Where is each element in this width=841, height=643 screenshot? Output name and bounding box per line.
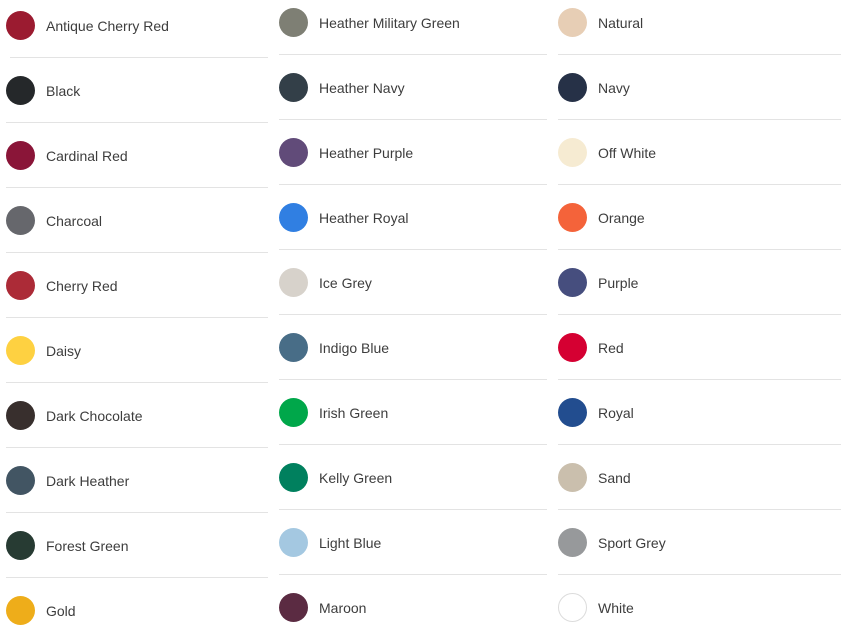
color-name-label: Heather Purple <box>319 144 414 161</box>
color-option-daisy[interactable]: Daisy <box>6 318 268 383</box>
color-swatch-ice-grey[interactable] <box>279 268 308 297</box>
color-option-heather-military-green[interactable]: Heather Military Green <box>279 0 547 55</box>
color-swatch-heather-purple[interactable] <box>279 138 308 167</box>
color-swatch-royal[interactable] <box>558 398 587 427</box>
color-option-light-blue[interactable]: Light Blue <box>279 510 547 575</box>
color-name-label: Sand <box>598 469 631 486</box>
color-option-natural[interactable]: Natural <box>558 0 841 55</box>
color-option-maroon[interactable]: Maroon <box>279 575 547 640</box>
color-option-cherry-red[interactable]: Cherry Red <box>6 253 268 318</box>
color-swatch-gold[interactable] <box>6 596 35 625</box>
color-swatch-forest-green[interactable] <box>6 531 35 560</box>
color-swatch-antique-cherry-red[interactable] <box>6 11 35 40</box>
color-option-purple[interactable]: Purple <box>558 250 841 315</box>
color-name-label: Forest Green <box>46 537 129 554</box>
color-name-label: Heather Navy <box>319 79 405 96</box>
color-name-label: Natural <box>598 14 644 31</box>
color-swatch-sport-grey[interactable] <box>558 528 587 557</box>
color-option-dark-chocolate[interactable]: Dark Chocolate <box>6 383 268 448</box>
color-swatch-navy[interactable] <box>558 73 587 102</box>
color-name-label: Light Blue <box>319 534 382 551</box>
color-option-heather-purple[interactable]: Heather Purple <box>279 120 547 185</box>
color-option-cardinal-red[interactable]: Cardinal Red <box>6 123 268 188</box>
color-option-charcoal[interactable]: Charcoal <box>6 188 268 253</box>
color-swatch-heather-royal[interactable] <box>279 203 308 232</box>
color-swatch-sand[interactable] <box>558 463 587 492</box>
color-swatch-daisy[interactable] <box>6 336 35 365</box>
color-name-label: Navy <box>598 79 630 96</box>
color-name-label: Orange <box>598 209 645 226</box>
color-option-gold[interactable]: Gold <box>6 578 268 643</box>
color-option-forest-green[interactable]: Forest Green <box>6 513 268 578</box>
color-name-label: Dark Heather <box>46 472 130 489</box>
color-swatch-heather-military-green[interactable] <box>279 8 308 37</box>
color-option-irish-green[interactable]: Irish Green <box>279 380 547 445</box>
color-option-navy[interactable]: Navy <box>558 55 841 120</box>
color-name-label: Heather Military Green <box>319 14 460 31</box>
color-option-antique-cherry-red[interactable]: Antique Cherry Red <box>6 0 268 58</box>
color-option-black[interactable]: Black <box>6 58 268 123</box>
color-name-label: White <box>598 599 634 616</box>
color-swatch-purple[interactable] <box>558 268 587 297</box>
color-swatch-kelly-green[interactable] <box>279 463 308 492</box>
color-name-label: Indigo Blue <box>319 339 390 356</box>
color-swatch-orange[interactable] <box>558 203 587 232</box>
color-name-label: Ice Grey <box>319 274 372 291</box>
color-swatch-natural[interactable] <box>558 8 587 37</box>
color-name-label: Kelly Green <box>319 469 393 486</box>
color-option-off-white[interactable]: Off White <box>558 120 841 185</box>
color-swatch-red[interactable] <box>558 333 587 362</box>
color-name-label: Red <box>598 339 624 356</box>
color-option-ice-grey[interactable]: Ice Grey <box>279 250 547 315</box>
color-swatch-heather-navy[interactable] <box>279 73 308 102</box>
color-option-kelly-green[interactable]: Kelly Green <box>279 445 547 510</box>
color-swatch-charcoal[interactable] <box>6 206 35 235</box>
color-option-indigo-blue[interactable]: Indigo Blue <box>279 315 547 380</box>
color-swatch-maroon[interactable] <box>279 593 308 622</box>
color-name-label: Daisy <box>46 342 82 359</box>
color-name-label: Charcoal <box>46 212 103 229</box>
color-option-orange[interactable]: Orange <box>558 185 841 250</box>
color-name-label: Cardinal Red <box>46 147 128 164</box>
color-option-sport-grey[interactable]: Sport Grey <box>558 510 841 575</box>
color-swatch-dark-chocolate[interactable] <box>6 401 35 430</box>
color-name-label: Dark Chocolate <box>46 407 143 424</box>
color-swatch-grid: Antique Cherry Red Black Cardinal Red Charc… <box>0 0 841 635</box>
color-swatch-black[interactable] <box>6 76 35 105</box>
color-name-label: Maroon <box>319 599 367 616</box>
color-option-sand[interactable]: Sand <box>558 445 841 510</box>
color-name-label: Gold <box>46 602 76 619</box>
color-option-white[interactable]: White <box>558 575 841 640</box>
color-name-label: Sport Grey <box>598 534 666 551</box>
color-swatch-dark-heather[interactable] <box>6 466 35 495</box>
color-name-label: Heather Royal <box>319 209 409 226</box>
color-swatch-cardinal-red[interactable] <box>6 141 35 170</box>
color-swatch-cherry-red[interactable] <box>6 271 35 300</box>
color-option-dark-heather[interactable]: Dark Heather <box>6 448 268 513</box>
color-option-royal[interactable]: Royal <box>558 380 841 445</box>
color-name-label: Off White <box>598 144 657 161</box>
color-option-heather-royal[interactable]: Heather Royal <box>279 185 547 250</box>
color-name-label: Cherry Red <box>46 277 118 294</box>
color-name-label: Royal <box>598 404 634 421</box>
color-swatch-irish-green[interactable] <box>279 398 308 427</box>
color-swatch-white[interactable] <box>558 593 587 622</box>
color-name-label: Irish Green <box>319 404 389 421</box>
color-swatch-indigo-blue[interactable] <box>279 333 308 362</box>
color-option-red[interactable]: Red <box>558 315 841 380</box>
color-name-label: Purple <box>598 274 639 291</box>
color-name-label: Antique Cherry Red <box>46 17 169 34</box>
color-name-label: Black <box>46 82 81 99</box>
color-swatch-light-blue[interactable] <box>279 528 308 557</box>
color-option-heather-navy[interactable]: Heather Navy <box>279 55 547 120</box>
color-swatch-off-white[interactable] <box>558 138 587 167</box>
